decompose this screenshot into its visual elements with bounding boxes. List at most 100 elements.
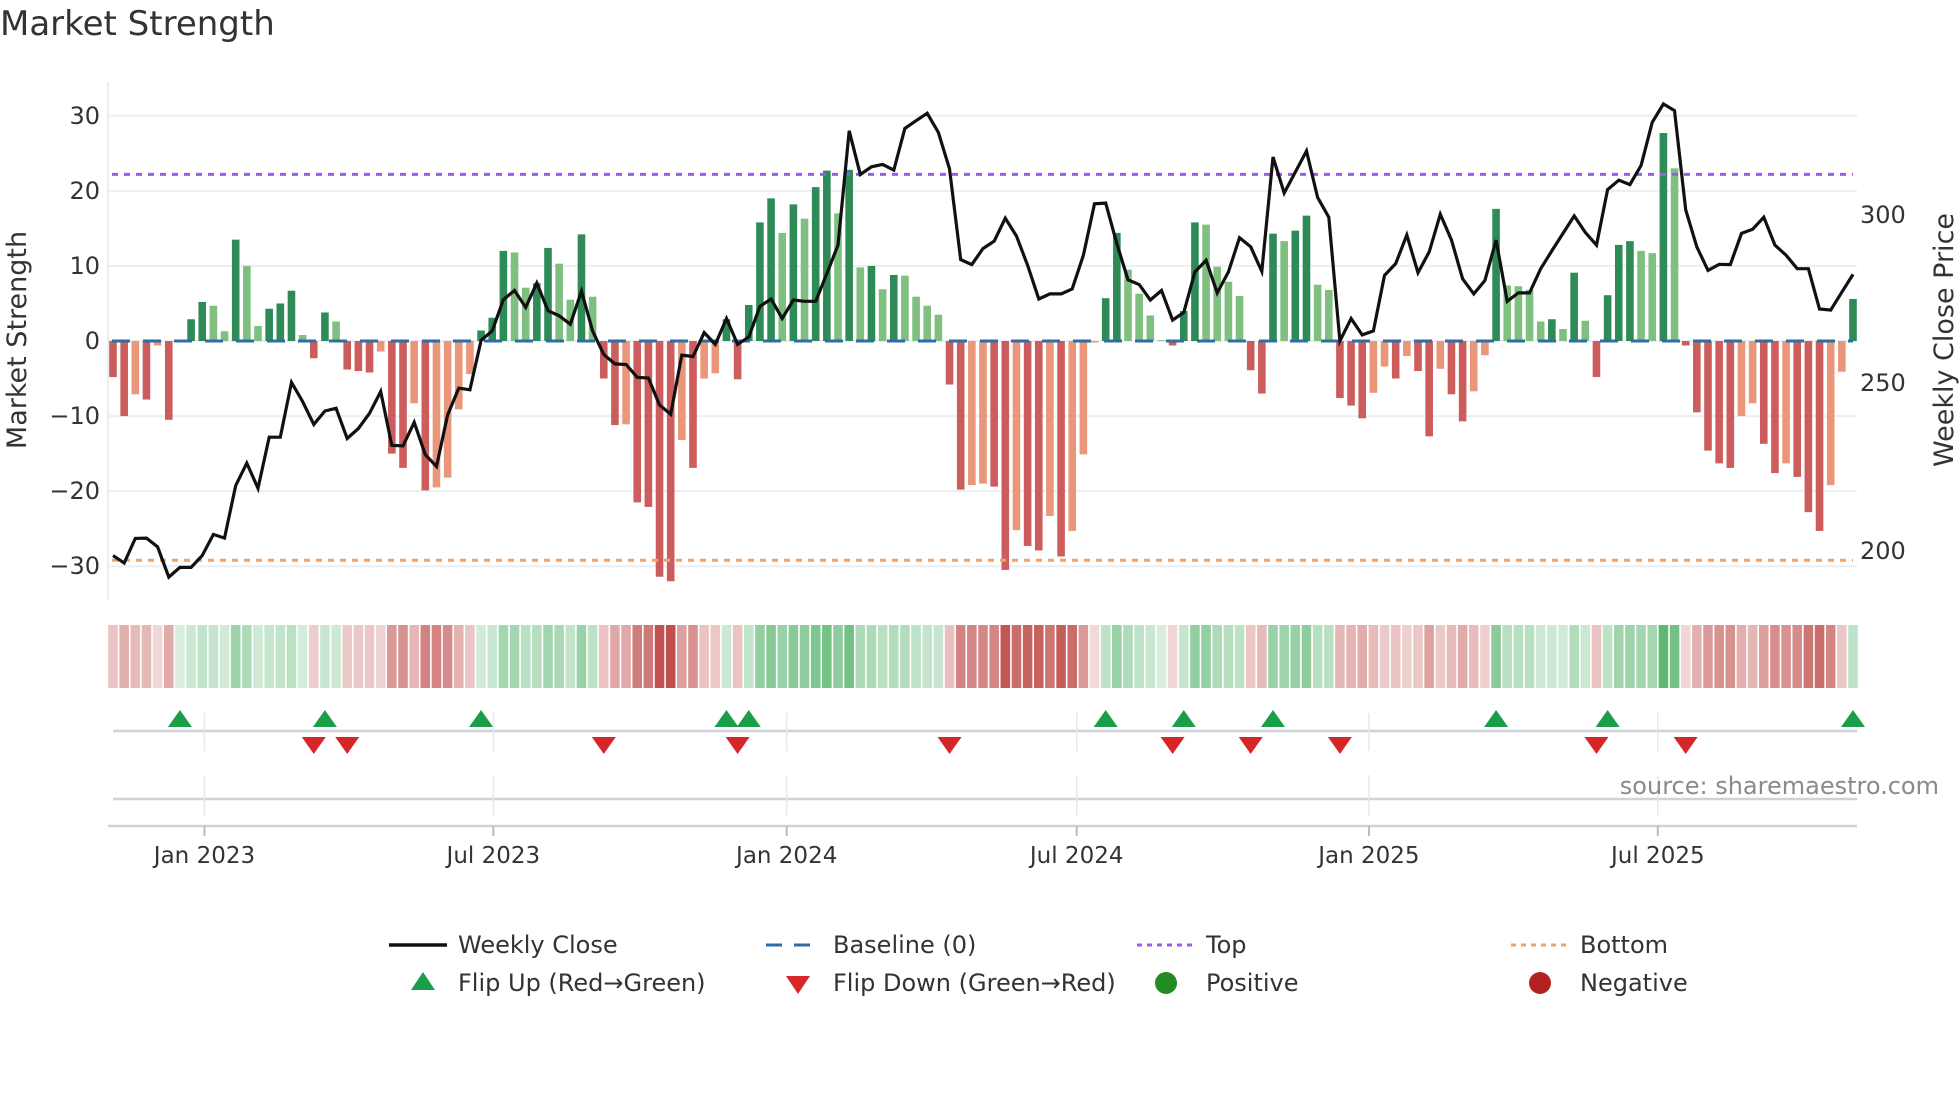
strength-heat-cell [933,625,944,688]
x-tick-label: Jul 2023 [445,843,541,869]
y-tick-label: 10 [69,252,100,280]
strength-bar [923,305,932,341]
strength-heat-cell [387,625,397,688]
strength-heat-cell [1390,625,1401,688]
strength-heat-cell [866,625,877,688]
strength-heat-cell [699,625,709,688]
legend-icon-red-circle [1529,972,1551,994]
flip-up-marker [1595,710,1620,727]
strength-heat-cell [398,625,408,688]
strength-bar [1291,230,1300,341]
strength-heat-cell [1290,625,1301,688]
strength-heat-cell [1045,625,1055,688]
strength-heat-cell [1268,625,1278,688]
strength-bar [1838,341,1846,372]
strength-heat-cell [1837,625,1847,688]
strength-heat-cell [1056,625,1066,688]
strength-bar [1157,340,1166,342]
strength-heat-cell [253,625,263,688]
flip-down-marker [1327,737,1352,754]
strength-heat-cell [822,625,832,688]
legend-label: Negative [1580,969,1688,997]
strength-heat-cell [543,625,553,688]
legend-label: Flip Up (Red→Green) [458,969,706,997]
flip-down-marker [725,737,750,754]
strength-heat-cell [1703,625,1713,688]
strength-heat-cell [331,625,341,688]
strength-heat-cell [1357,625,1368,688]
legend-label: Top [1206,931,1247,959]
strength-bar [1358,341,1367,419]
strength-heat-cell [967,625,977,688]
strength-heat-cell [888,625,899,688]
strength-heat-cell [554,625,564,688]
strength-bar [1380,341,1389,367]
strength-heat-cell [1758,625,1769,688]
strength-heat-cell [654,625,665,688]
strength-heat-cell [219,625,230,688]
legend-icon-triangle-up [411,972,435,990]
strength-bar [1079,341,1088,455]
strength-bar [1258,341,1266,394]
strength-heat-cell [353,625,364,688]
strength-bar [1313,284,1322,341]
strength-bar [1737,341,1746,417]
x-tick-label: Jul 2025 [1609,843,1705,869]
x-tick-label: Jan 2025 [1316,843,1419,869]
strength-bar [187,319,195,341]
strength-heat-cell [777,625,788,688]
strength-heat-cell [911,625,921,688]
strength-bar [1670,168,1679,341]
strength-heat-cell [264,625,274,688]
strength-bar [466,341,474,375]
strength-heat-cell [1558,625,1568,688]
strength-bar [1759,341,1768,444]
strength-bar [1637,250,1645,341]
strength-bar [1302,215,1311,341]
strength-heat-cell [989,625,999,688]
strength-heat-cell [1022,625,1033,688]
strength-bar [209,305,218,341]
strength-bar [1403,341,1411,357]
strength-heat-cell [944,625,955,688]
strength-bar [1347,341,1355,406]
strength-heat-cell [721,625,732,688]
strength-heat-cell [587,625,598,688]
strength-heat-cell [1424,625,1434,688]
strength-bar [1826,341,1835,486]
y2-tick-label: 300 [1860,201,1906,229]
strength-heat-cell [710,625,721,688]
strength-heat-cell [688,625,698,688]
strength-heat-cell [420,625,431,688]
flip-up-marker [1261,710,1285,727]
y2-tick-label: 250 [1860,369,1906,397]
strength-heat-cell [1234,625,1245,688]
strength-bar [1614,244,1623,341]
strength-bar [421,341,430,491]
flip-up-marker [714,710,739,727]
strength-heat-cell [1167,625,1178,688]
flip-up-marker [312,710,337,727]
strength-heat-cell [1480,625,1490,688]
strength-bar [399,341,407,468]
strength-bar [1001,341,1010,570]
strength-bar [945,341,954,385]
strength-heat-cell [1602,625,1613,688]
strength-heat-cell [1770,625,1780,688]
strength-bar [633,341,642,503]
strength-bar [1782,341,1790,464]
strength-heat-cell [1312,625,1323,688]
strength-heat-cell [1201,625,1211,688]
y2-axis-title: Weekly Close Price [1929,213,1960,467]
strength-heat-cell [1513,625,1524,688]
strength-bar [1693,341,1701,413]
strength-heat-cell [208,625,219,688]
strength-heat-cell [297,625,308,688]
strength-heat-cell [1190,625,1200,688]
strength-bar [1023,341,1032,546]
strength-bar [1659,133,1668,341]
strength-bar [1447,341,1456,395]
strength-heat-cell [197,625,208,688]
strength-bar [231,239,240,341]
strength-heat-cell [1323,625,1334,688]
